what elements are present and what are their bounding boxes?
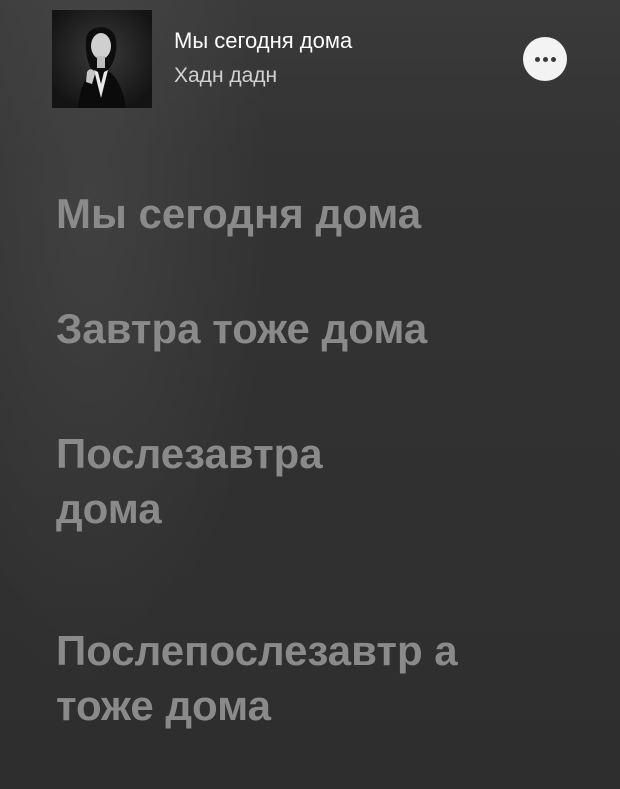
portrait-image (52, 10, 152, 108)
album-artwork[interactable] (52, 10, 152, 108)
dot (542, 56, 548, 62)
track-title[interactable]: Мы сегодня дома (174, 28, 352, 54)
now-playing-header: Мы сегодня дома Хадн дадн (0, 0, 620, 120)
lyric-line[interactable]: Послезавтра дома (56, 426, 436, 536)
lyric-line[interactable]: Завтра тоже дома (56, 301, 576, 356)
dot (550, 56, 556, 62)
dot (534, 56, 540, 62)
lyric-line[interactable]: Послепослезавтр а тоже дома (56, 623, 526, 733)
lyric-line[interactable]: Мы сегодня дома (56, 186, 576, 241)
lyrics-screen: Мы сегодня дома Хадн дадн Мы сегодня дом… (0, 0, 620, 789)
ellipsis-icon (534, 56, 556, 62)
more-options-button[interactable] (523, 37, 567, 81)
track-artist[interactable]: Хадн дадн (174, 64, 277, 88)
